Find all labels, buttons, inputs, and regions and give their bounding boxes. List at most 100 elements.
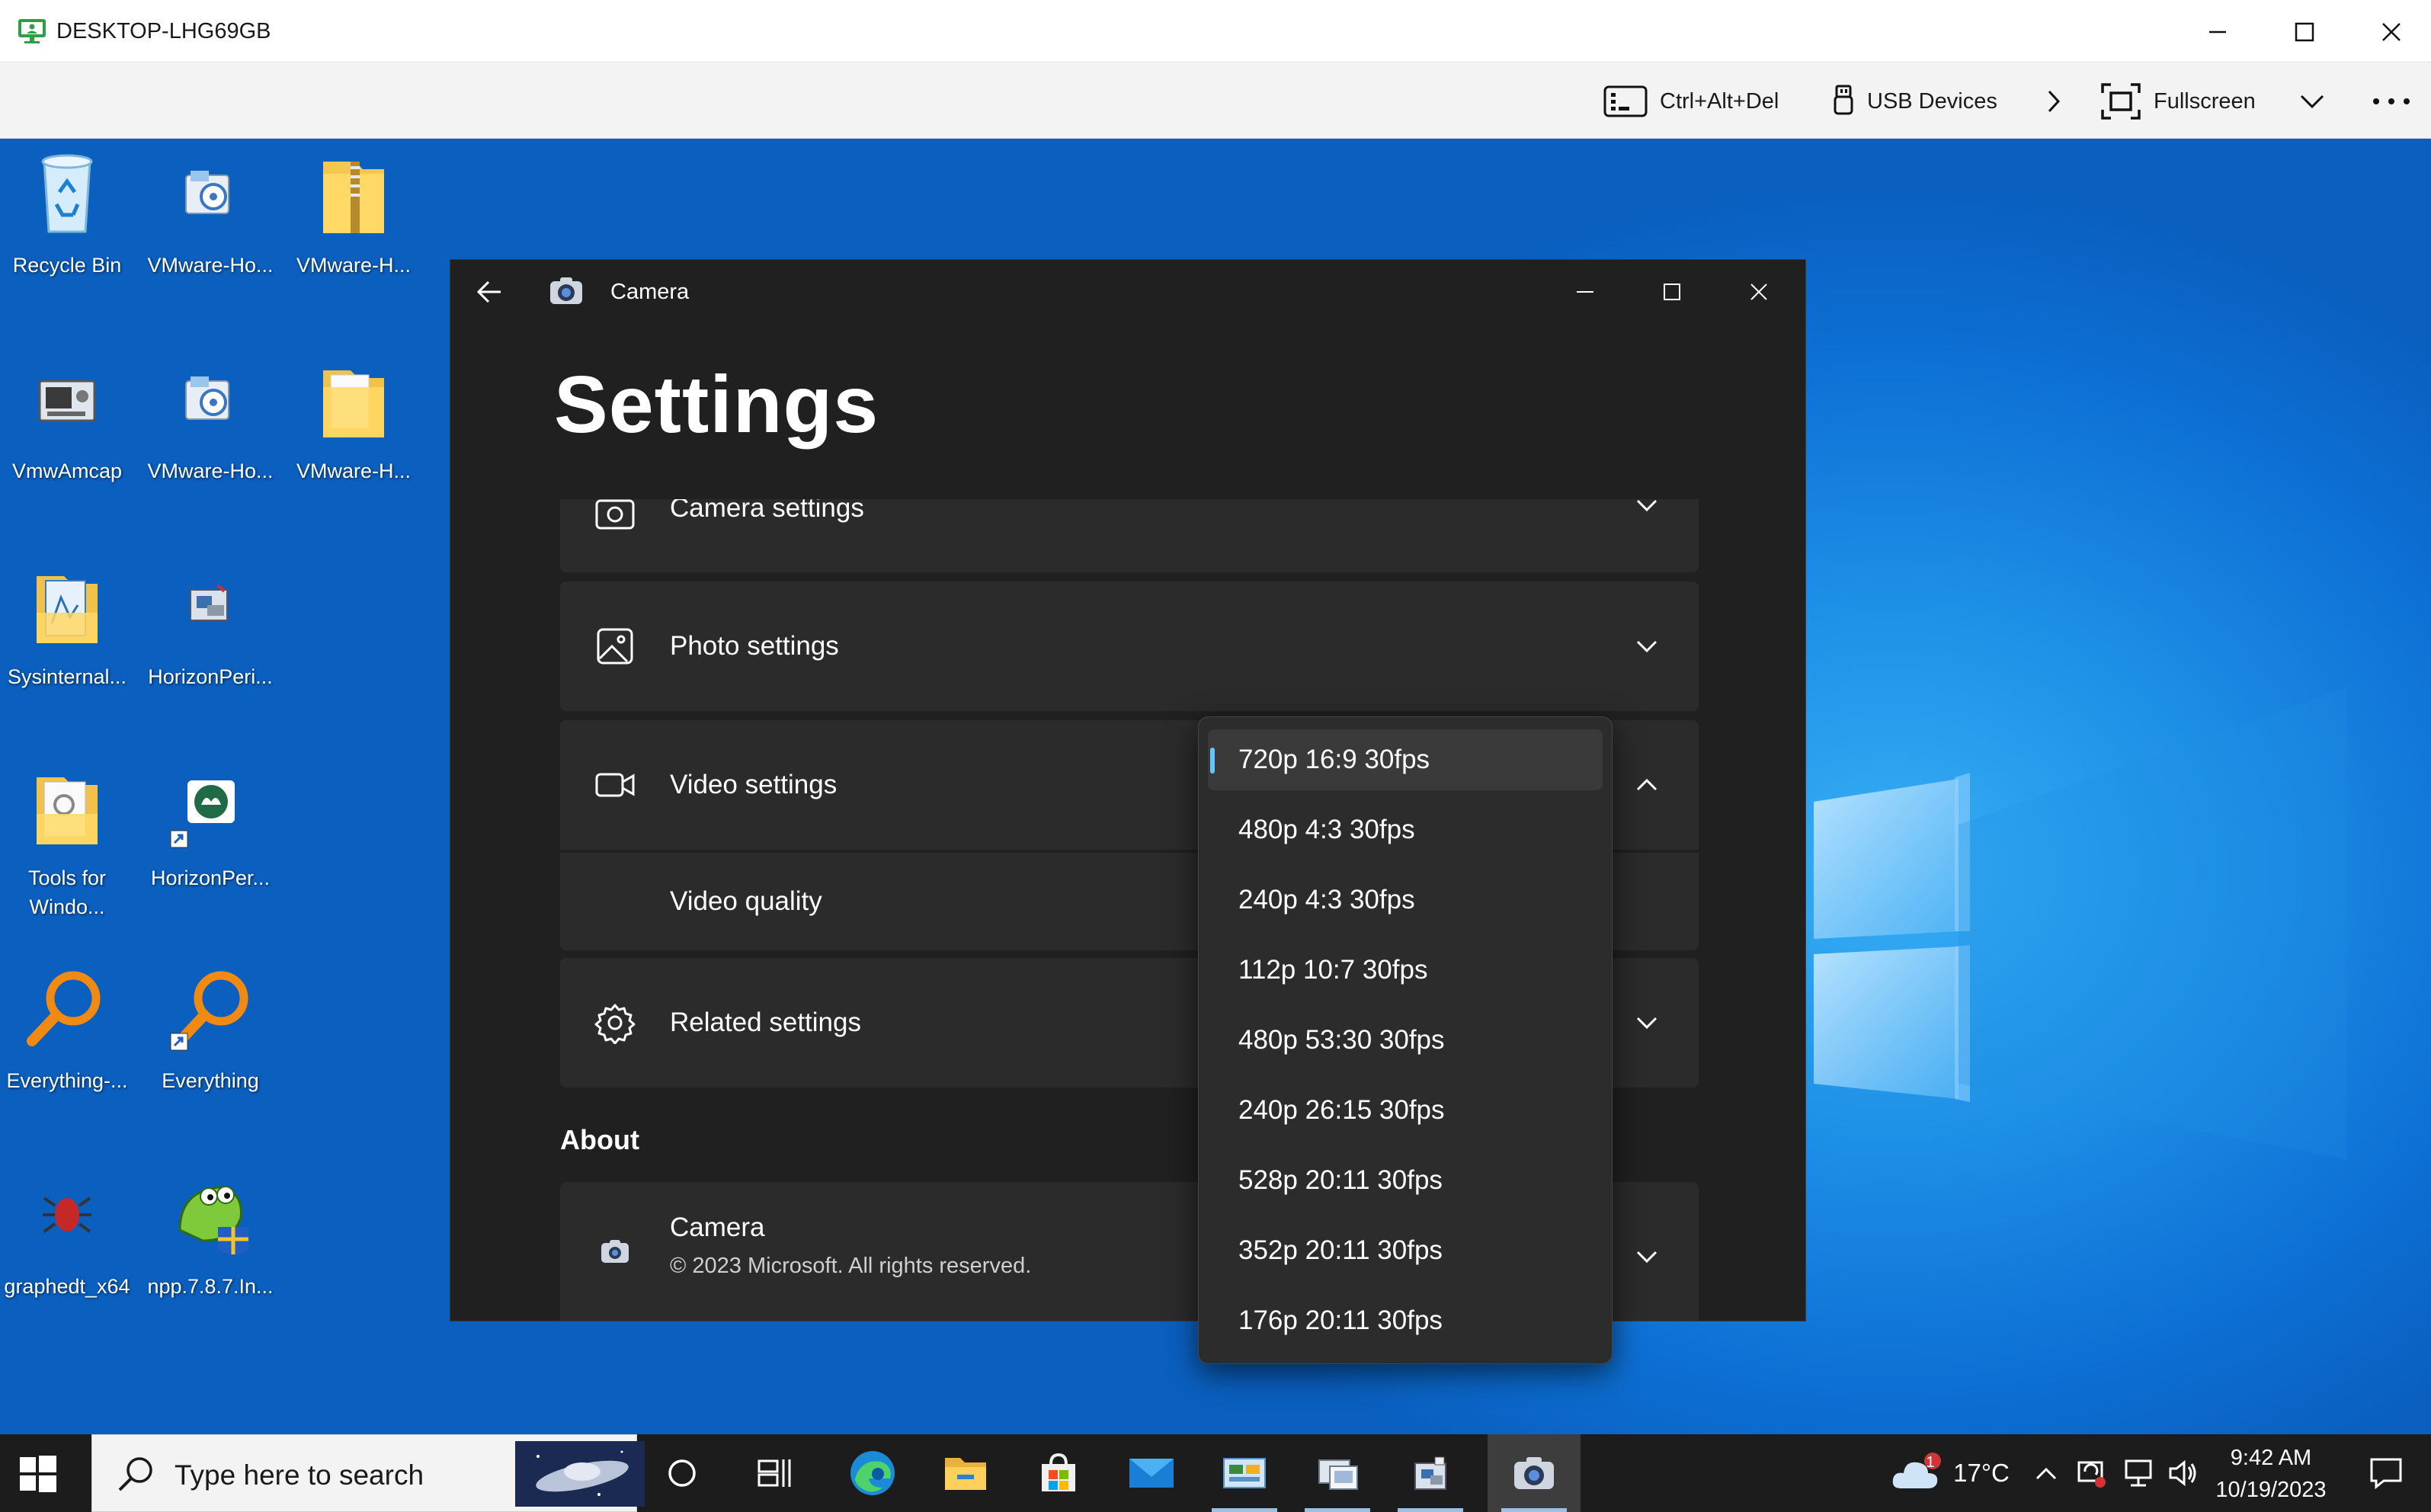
- fullscreen-options-button[interactable]: [2297, 82, 2327, 120]
- windows-start-icon[interactable]: [18, 1454, 58, 1494]
- video-quality-option[interactable]: 176p 20:11 30fps: [1208, 1290, 1603, 1351]
- desktop-icon-everything[interactable]: Everything: [142, 959, 279, 1149]
- maximize-icon: [1664, 284, 1680, 300]
- desktop-icon-recycle-bin[interactable]: Recycle Bin: [0, 143, 136, 334]
- camera-app-icon: [601, 1240, 629, 1263]
- tray-volume-icon[interactable]: [2161, 1434, 2204, 1512]
- desktop-icon-graphedit[interactable]: graphedt_x64: [0, 1164, 136, 1355]
- taskbar-microsoft-store[interactable]: [1012, 1434, 1105, 1512]
- ctrl-alt-del-button[interactable]: Ctrl+Alt+Del: [1603, 82, 1779, 120]
- shortcut-icon: [170, 780, 235, 848]
- toolbar-expand-button[interactable]: [2042, 82, 2065, 120]
- taskbar-file-explorer[interactable]: [919, 1434, 1012, 1512]
- video-quality-option[interactable]: 720p 16:9 30fps: [1208, 729, 1603, 790]
- camera-app-icon: [1514, 1457, 1554, 1489]
- back-button[interactable]: [473, 275, 507, 309]
- desktop-icon-sysinternals[interactable]: Sysinternal...: [0, 555, 136, 745]
- task-view-icon: [757, 1459, 791, 1487]
- notepadpp-icon: [178, 1186, 248, 1254]
- camera-settings-label: Camera settings: [670, 499, 864, 523]
- camera-outline-icon: [595, 499, 635, 530]
- desktop-icon-vmware-horizon-zip[interactable]: VMware-H...: [285, 143, 422, 334]
- show-hidden-icons-button[interactable]: [2027, 1434, 2065, 1512]
- chevron-down-icon: [2300, 94, 2324, 109]
- desktop-icon-notepad-plus-plus[interactable]: npp.7.8.7.In...: [142, 1164, 279, 1355]
- desktop: Recycle Bin VMware-Ho... VMware-H... Vmw…: [0, 139, 2431, 1434]
- taskbar-clock[interactable]: 9:42 AM 10/19/2023: [2202, 1442, 2340, 1506]
- chevron-up-icon: [2035, 1467, 2057, 1480]
- keyboard-icon: [1603, 85, 1648, 117]
- desktop-icon-horizon-peripherals-shortcut[interactable]: HorizonPer...: [142, 756, 279, 947]
- taskbar-app-window-1[interactable]: [1291, 1434, 1384, 1512]
- desktop-icon-label: VMware-H...: [296, 460, 412, 482]
- desktop-icon-vmware-horizon-1[interactable]: VMware-Ho...: [142, 143, 279, 334]
- mail-icon: [1129, 1459, 1174, 1488]
- desktop-icon-vmware-horizon-2[interactable]: VMware-Ho...: [142, 349, 279, 540]
- video-quality-option[interactable]: 112p 10:7 30fps: [1208, 940, 1603, 1001]
- desktop-icon-label: Tools for Windo...: [27, 867, 107, 918]
- maximize-button[interactable]: [2282, 11, 2327, 53]
- desktop-icon-label: VMware-Ho...: [147, 254, 274, 277]
- more-options-button[interactable]: [2370, 82, 2413, 120]
- camera-app-icon: [550, 277, 582, 304]
- desktop-icon-tools-for-windows[interactable]: Tools for Windo...: [0, 756, 136, 947]
- camera-settings-card[interactable]: Camera settings: [560, 499, 1699, 572]
- taskbar: Type here to search 1 17°C 9:42 AM 10/19…: [0, 1434, 2431, 1512]
- desktop-icon-vmware-horizon-folder[interactable]: VMware-H...: [285, 349, 422, 540]
- minimize-icon: [2209, 30, 2226, 34]
- about-heading: About: [560, 1124, 639, 1155]
- settings-heading: Settings: [554, 360, 879, 450]
- fullscreen-button[interactable]: Fullscreen: [2100, 82, 2256, 120]
- video-quality-option[interactable]: 480p 4:3 30fps: [1208, 799, 1603, 860]
- notifications-icon: [2370, 1458, 2402, 1490]
- zip-folder-icon: [323, 162, 384, 233]
- task-view-cortana-button[interactable]: [636, 1434, 729, 1512]
- desktop-icon-everything-installer[interactable]: Everything-...: [0, 959, 136, 1149]
- tray-network-icon[interactable]: [2117, 1434, 2160, 1512]
- taskbar-control-panel[interactable]: [1198, 1434, 1291, 1512]
- clock-date: 10/19/2023: [2215, 1478, 2327, 1502]
- taskbar-mail[interactable]: [1105, 1434, 1198, 1512]
- desktop-icon-vmwamcap[interactable]: VmwAmcap: [0, 349, 136, 540]
- tray-vmware-icon[interactable]: [2070, 1434, 2112, 1512]
- minimize-button[interactable]: [2195, 11, 2240, 53]
- usb-devices-button[interactable]: USB Devices: [1832, 82, 1997, 120]
- store-icon: [1042, 1453, 1075, 1491]
- video-quality-option[interactable]: 240p 4:3 30fps: [1208, 870, 1603, 931]
- camera-maximize-button[interactable]: [1645, 271, 1699, 313]
- taskbar-search-box[interactable]: Type here to search: [91, 1434, 645, 1512]
- photo-settings-card[interactable]: Photo settings: [560, 581, 1699, 711]
- video-quality-option[interactable]: 480p 53:30 30fps: [1208, 1010, 1603, 1071]
- vmware-tray-icon: [2077, 1461, 2106, 1488]
- magnifier-icon: [27, 971, 101, 1046]
- desktop-icon-label: Everything: [162, 1069, 259, 1092]
- taskbar-camera[interactable]: [1488, 1434, 1581, 1512]
- about-app-name: Camera: [670, 1212, 765, 1242]
- video-quality-option[interactable]: 528p 20:11 30fps: [1208, 1150, 1603, 1211]
- chevron-down-icon: [1636, 1251, 1658, 1264]
- camera-minimize-button[interactable]: [1558, 271, 1612, 313]
- clock-time: 9:42 AM: [2230, 1446, 2312, 1470]
- desktop-icon-label: Sysinternal...: [7, 665, 127, 688]
- video-quality-option[interactable]: 240p 26:15 30fps: [1208, 1080, 1603, 1141]
- usb-devices-label: USB Devices: [1867, 88, 1997, 114]
- chevron-down-icon: [1636, 640, 1658, 653]
- control-panel-icon: [1223, 1458, 1266, 1488]
- installer-icon: [185, 376, 229, 420]
- taskbar-app-window-2[interactable]: [1384, 1434, 1477, 1512]
- taskbar-edge[interactable]: [826, 1434, 919, 1512]
- close-button[interactable]: [2369, 11, 2414, 53]
- desktop-icon-horizon-peripherals[interactable]: HorizonPeri...: [142, 555, 279, 745]
- usb-icon: [1834, 85, 1853, 115]
- app-icon: [190, 584, 228, 621]
- video-quality-option[interactable]: 352p 20:11 30fps: [1208, 1220, 1603, 1281]
- camera-close-button[interactable]: [1732, 271, 1786, 313]
- weather-temperature: 17°C: [1953, 1459, 2010, 1487]
- fullscreen-icon: [2101, 83, 2141, 120]
- task-view-button[interactable]: [729, 1434, 822, 1512]
- fullscreen-label: Fullscreen: [2154, 88, 2256, 114]
- amcap-icon: [38, 380, 96, 422]
- action-center-button[interactable]: [2352, 1434, 2420, 1512]
- folder-icon: [323, 370, 384, 437]
- camera-window-title: Camera: [610, 280, 690, 304]
